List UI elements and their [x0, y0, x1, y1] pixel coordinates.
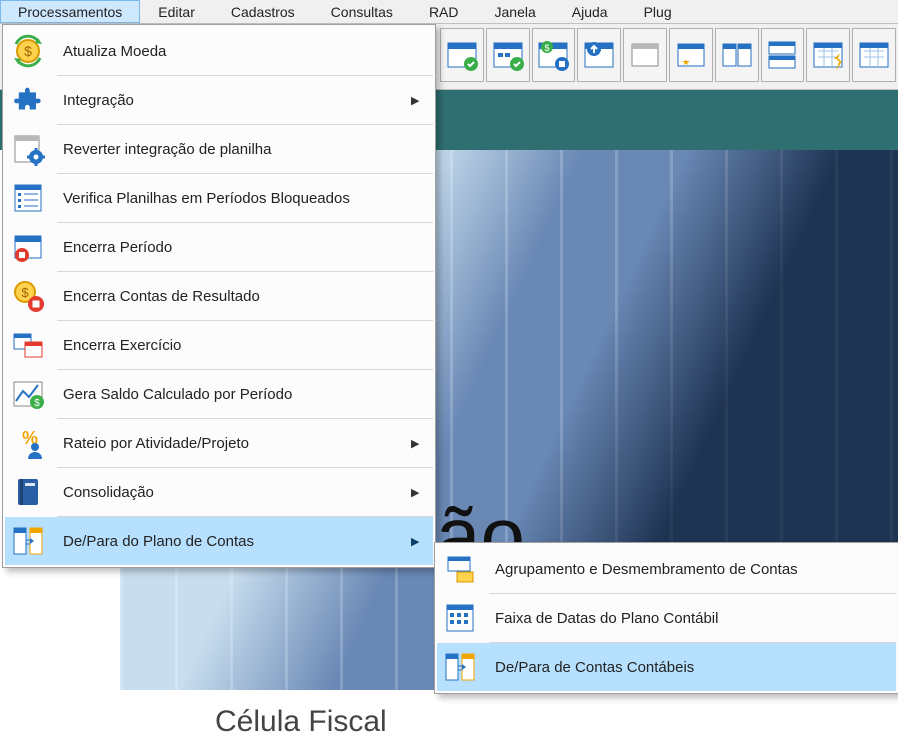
menubar-item-rad[interactable]: RAD [411, 0, 477, 23]
menu-item-encerra-exercicio[interactable]: Encerra Exercício [5, 321, 433, 369]
toolbar-button[interactable] [761, 28, 805, 82]
de-para-submenu: Agrupamento e Desmembramento de Contas F… [434, 542, 898, 694]
menu-item-de-para-plano-contas[interactable]: De/Para do Plano de Contas ▶ [5, 517, 433, 565]
menu-item-label: Encerra Contas de Resultado [63, 288, 421, 305]
menubar-label: Plug [644, 4, 672, 20]
menubar-item-consultas[interactable]: Consultas [313, 0, 411, 23]
submenu-arrow-icon: ▶ [411, 486, 421, 499]
menu-item-verifica-planilhas[interactable]: Verifica Planilhas em Períodos Bloqueado… [5, 174, 433, 222]
toolbar-button[interactable] [715, 28, 759, 82]
percent-people-icon: % [9, 424, 47, 462]
grid-bolt-icon [810, 37, 846, 73]
menubar-item-janela[interactable]: Janela [477, 0, 554, 23]
submenu-arrow-icon: ▶ [411, 94, 421, 107]
calendar-upload-icon [581, 37, 617, 73]
menubar-item-plugins[interactable]: Plug [626, 0, 690, 23]
window-plain-icon [627, 37, 663, 73]
grid-plain-icon [856, 37, 892, 73]
sheet-list-icon [9, 179, 47, 217]
submenu-item-de-para-contas[interactable]: De/Para de Contas Contábeis [437, 643, 896, 691]
menubar-label: Janela [495, 4, 536, 20]
menu-item-label: Gera Saldo Calculado por Período [63, 386, 421, 403]
menubar-item-processamentos[interactable]: Processamentos [0, 0, 140, 23]
submenu-arrow-icon: ▶ [411, 437, 421, 450]
mapping-icon [441, 648, 479, 686]
menu-item-label: Encerra Período [63, 239, 421, 256]
menubar-label: Processamentos [18, 4, 122, 20]
toolbar-button[interactable] [852, 28, 896, 82]
menu-item-label: De/Para do Plano de Contas [63, 533, 395, 550]
calendar-check-1-icon [444, 37, 480, 73]
menubar-label: Consultas [331, 4, 393, 20]
menu-item-integracao[interactable]: Integração ▶ [5, 76, 433, 124]
split-vertical-icon [719, 37, 755, 73]
date-range-plan-icon [441, 599, 479, 637]
menubar-item-ajuda[interactable]: Ajuda [554, 0, 626, 23]
calendar-range-icon [9, 326, 47, 364]
menu-item-label: Atualiza Moeda [63, 43, 421, 60]
book-icon [9, 473, 47, 511]
toolbar-button[interactable] [440, 28, 484, 82]
window-star-icon [673, 37, 709, 73]
group-accounts-icon [441, 550, 479, 588]
calendar-check-2-icon [490, 37, 526, 73]
puzzle-icon [9, 81, 47, 119]
mapping-icon [9, 522, 47, 560]
currency-stop-icon: $ [9, 277, 47, 315]
sheet-gear-icon [9, 130, 47, 168]
menu-item-label: Rateio por Atividade/Projeto [63, 435, 395, 452]
menu-item-reverter-integracao[interactable]: Reverter integração de planilha [5, 125, 433, 173]
submenu-item-label: Agrupamento e Desmembramento de Contas [495, 561, 884, 578]
toolbar-button[interactable] [806, 28, 850, 82]
menu-item-label: Encerra Exercício [63, 337, 421, 354]
toolbar-button[interactable] [623, 28, 667, 82]
menu-item-rateio[interactable]: % Rateio por Atividade/Projeto ▶ [5, 419, 433, 467]
menubar-label: RAD [429, 4, 459, 20]
menu-item-label: Verifica Planilhas em Períodos Bloqueado… [63, 190, 421, 207]
subheading: Célula Fiscal [215, 705, 387, 739]
menubar: Processamentos Editar Cadastros Consulta… [0, 0, 898, 24]
menu-item-encerra-contas-resultado[interactable]: $ Encerra Contas de Resultado [5, 272, 433, 320]
menu-item-label: Integração [63, 92, 395, 109]
menubar-item-cadastros[interactable]: Cadastros [213, 0, 313, 23]
menu-item-label: Consolidação [63, 484, 395, 501]
submenu-item-agrupamento[interactable]: Agrupamento e Desmembramento de Contas [437, 545, 896, 593]
submenu-item-faixa-datas[interactable]: Faixa de Datas do Plano Contábil [437, 594, 896, 642]
menubar-label: Cadastros [231, 4, 295, 20]
menu-item-atualiza-moeda[interactable]: $ Atualiza Moeda [5, 27, 433, 75]
svg-text:$: $ [34, 398, 40, 409]
svg-text:$: $ [24, 43, 32, 59]
svg-text:$: $ [545, 43, 550, 53]
toolbar-button[interactable]: $ [532, 28, 576, 82]
menu-item-gera-saldo[interactable]: $ Gera Saldo Calculado por Período [5, 370, 433, 418]
menu-item-encerra-periodo[interactable]: Encerra Período [5, 223, 433, 271]
toolbar-button[interactable] [486, 28, 530, 82]
menubar-label: Ajuda [572, 4, 608, 20]
currency-refresh-icon: $ [9, 32, 47, 70]
svg-text:$: $ [21, 285, 29, 300]
split-horizontal-icon [764, 37, 800, 73]
submenu-arrow-icon: ▶ [411, 535, 421, 548]
calendar-dollar-stop-icon: $ [535, 37, 571, 73]
menubar-label: Editar [158, 4, 195, 20]
toolbar-button[interactable] [577, 28, 621, 82]
submenu-item-label: Faixa de Datas do Plano Contábil [495, 610, 884, 627]
toolbar-button[interactable] [669, 28, 713, 82]
menu-item-label: Reverter integração de planilha [63, 141, 421, 158]
menu-item-consolidacao[interactable]: Consolidação ▶ [5, 468, 433, 516]
submenu-item-label: De/Para de Contas Contábeis [495, 659, 884, 676]
calendar-stop-icon [9, 228, 47, 266]
menubar-item-editar[interactable]: Editar [140, 0, 213, 23]
chart-money-icon: $ [9, 375, 47, 413]
processamentos-menu: $ Atualiza Moeda Integração ▶ Reverter i… [2, 24, 436, 568]
